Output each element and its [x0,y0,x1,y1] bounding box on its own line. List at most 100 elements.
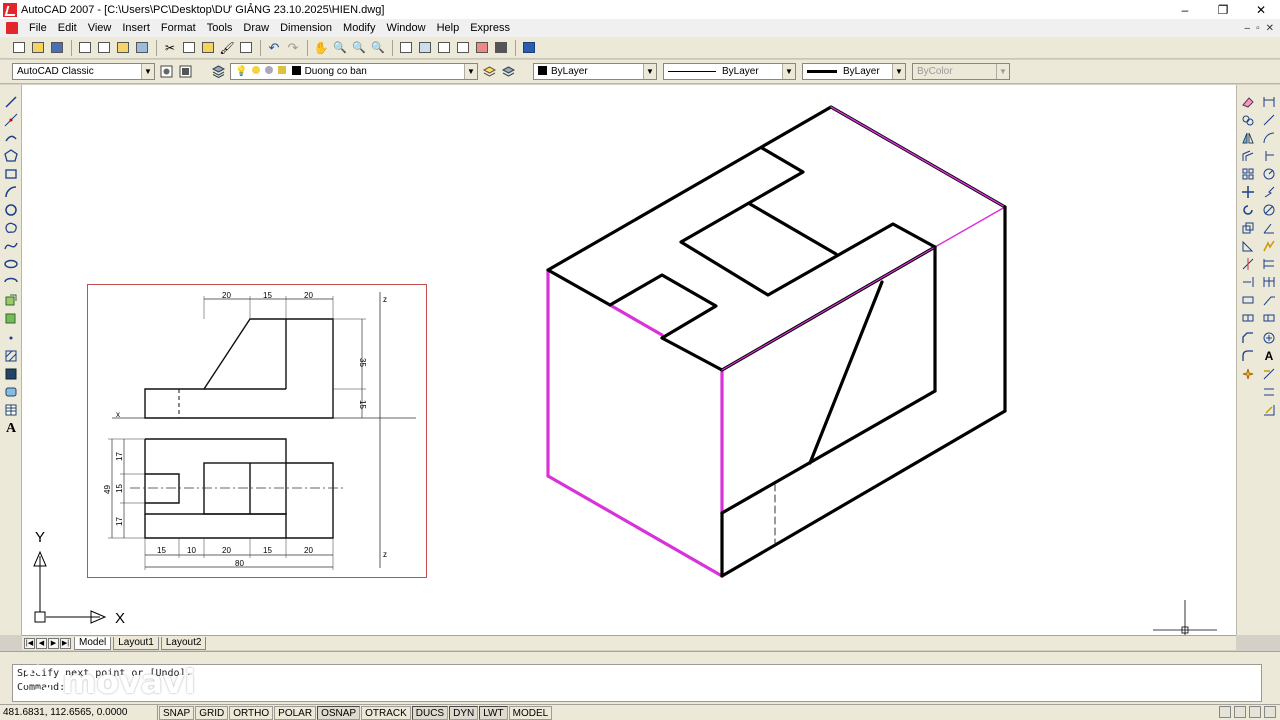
plot-icon[interactable] [76,39,94,57]
zoom-previous-icon[interactable]: 🔍 [369,39,387,57]
workspace-select[interactable]: AutoCAD Classic ▼ [12,63,155,80]
command-prompt[interactable]: Command: [17,681,1257,695]
plot-preview-icon[interactable] [95,39,113,57]
calculator-icon[interactable] [492,39,510,57]
menu-modify[interactable]: Modify [338,19,381,37]
document-icon[interactable] [6,22,18,34]
lwt-toggle[interactable]: LWT [479,705,508,720]
insert-block-icon[interactable] [4,293,18,307]
menu-dimension[interactable]: Dimension [275,19,338,37]
sheet-set-icon[interactable] [454,39,472,57]
doc-restore-button[interactable]: ▫ [1256,23,1260,34]
dimension-update-icon[interactable] [1262,385,1276,399]
model-toggle[interactable]: MODEL [508,705,553,720]
fillet-icon[interactable] [1241,349,1255,363]
trim-icon[interactable] [1241,257,1255,271]
menu-file[interactable]: File [24,19,53,37]
menu-edit[interactable]: Edit [53,19,83,37]
mirror-icon[interactable] [1241,131,1255,145]
close-button[interactable]: ✕ [1242,0,1280,19]
ducs-toggle[interactable]: DUCS [411,705,449,720]
menu-view[interactable]: View [83,19,118,37]
hatch-icon[interactable] [4,349,18,363]
undo-icon[interactable]: ↶ [265,39,283,57]
layer-manager-icon[interactable] [211,64,226,79]
command-line[interactable]: Specify next point or [Undo]: Command: [12,664,1262,702]
layer-select[interactable]: 💡 Duong co ban ▼ [230,63,478,80]
ordinate-dimension-icon[interactable] [1262,149,1276,163]
paste-icon[interactable] [199,39,217,57]
continue-dimension-icon[interactable] [1262,275,1276,289]
markup-icon[interactable] [473,39,491,57]
first-tab-button[interactable]: |◀ [24,637,35,649]
region-icon[interactable] [4,385,18,399]
construction-line-icon[interactable] [4,113,18,127]
scale-icon[interactable] [1241,221,1255,235]
workspace-settings-icon[interactable] [159,64,174,79]
diameter-dimension-icon[interactable] [1262,203,1276,217]
communication-center-icon[interactable] [1219,706,1231,718]
clean-screen-icon[interactable] [1264,706,1276,718]
drawing-canvas[interactable]: x z z 20 15 20 35 15 17 15 17 49 15 10 2… [22,85,1236,636]
explode-icon[interactable] [1241,367,1255,381]
ellipse-icon[interactable] [4,257,18,271]
dyn-toggle[interactable]: DYN [449,705,479,720]
stretch-icon[interactable] [1241,239,1255,253]
tolerance-icon[interactable] [1262,311,1276,325]
dimension-edit-icon[interactable]: A [1262,349,1276,363]
dimension-style-icon[interactable] [1262,403,1276,417]
copy-icon[interactable] [180,39,198,57]
design-center-icon[interactable] [416,39,434,57]
multiline-text-icon[interactable]: A [4,421,18,436]
point-icon[interactable] [4,331,18,345]
linetype-select[interactable]: ByLayer ▼ [663,63,796,80]
open-file-icon[interactable] [29,39,47,57]
aligned-dimension-icon[interactable] [1262,113,1276,127]
radius-dimension-icon[interactable] [1262,167,1276,181]
cut-icon[interactable]: ✂ [161,39,179,57]
doc-minimize-button[interactable]: – [1245,23,1251,34]
snap-toggle[interactable]: SNAP [159,705,195,720]
polygon-icon[interactable] [4,149,18,163]
tool-palettes-icon[interactable] [435,39,453,57]
jogged-dimension-icon[interactable] [1262,185,1276,199]
rectangle-icon[interactable] [4,167,18,181]
color-select[interactable]: ByLayer ▼ [533,63,657,80]
tab-layout1[interactable]: Layout1 [113,636,159,650]
extend-icon[interactable] [1241,275,1255,289]
make-layer-current-icon[interactable] [482,64,497,79]
erase-icon[interactable] [1241,95,1255,109]
gradient-icon[interactable] [4,367,18,381]
pan-icon[interactable]: ✋ [312,39,330,57]
menu-help[interactable]: Help [432,19,466,37]
redo-icon[interactable]: ↷ [284,39,302,57]
match-properties-icon[interactable]: 🖌 [218,39,236,57]
doc-close-button[interactable]: ✕ [1266,23,1274,34]
line-icon[interactable] [4,95,18,109]
block-editor-icon[interactable] [237,39,255,57]
copy-object-icon[interactable] [1241,113,1255,127]
chamfer-icon[interactable] [1241,331,1255,345]
center-mark-icon[interactable] [1262,331,1276,345]
ellipse-arc-icon[interactable] [4,275,18,289]
baseline-dimension-icon[interactable] [1262,257,1276,271]
zoom-window-icon[interactable]: 🔍 [350,39,368,57]
previous-tab-button[interactable]: ◀ [36,637,47,649]
minimize-button[interactable]: – [1166,0,1204,19]
make-block-icon[interactable] [4,311,18,325]
save-icon[interactable] [48,39,66,57]
spline-icon[interactable] [4,239,18,253]
otrack-toggle[interactable]: OTRACK [361,705,411,720]
3d-dwf-icon[interactable] [133,39,151,57]
quick-leader-icon[interactable] [1262,293,1276,307]
ortho-toggle[interactable]: ORTHO [229,705,274,720]
linear-dimension-icon[interactable] [1262,95,1276,109]
autocad-app-icon[interactable] [3,2,17,17]
dimension-text-edit-icon[interactable] [1262,367,1276,381]
angular-dimension-icon[interactable] [1262,221,1276,235]
tab-model[interactable]: Model [74,636,112,650]
menu-window[interactable]: Window [381,19,431,37]
table-icon[interactable] [4,403,18,417]
help-icon[interactable] [520,39,538,57]
osnap-toggle[interactable]: OSNAP [317,705,361,720]
